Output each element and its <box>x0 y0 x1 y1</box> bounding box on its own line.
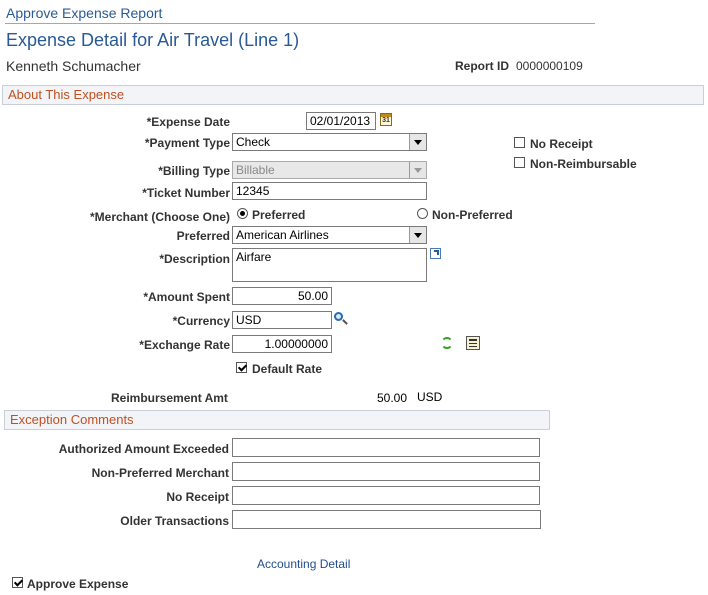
non-preferred-merchant-field[interactable] <box>232 462 540 481</box>
expense-date-label: *Expense Date <box>146 115 230 129</box>
dropdown-arrow-icon <box>409 162 426 178</box>
merchant-nonpreferred-radio[interactable] <box>417 208 428 219</box>
preferred-label: Preferred <box>176 229 230 243</box>
refresh-icon[interactable] <box>441 337 453 349</box>
merchant-nonpreferred-label: Non-Preferred <box>432 208 513 222</box>
no-receipt-checkbox[interactable] <box>514 137 525 148</box>
payment-type-select[interactable]: Check <box>232 133 427 151</box>
expand-icon[interactable] <box>430 248 441 259</box>
authorized-amount-label: Authorized Amount Exceeded <box>58 442 229 456</box>
default-rate-label: Default Rate <box>252 362 323 376</box>
ticket-number-label: *Ticket Number <box>142 186 230 200</box>
exception-section-header: Exception Comments <box>4 410 550 430</box>
report-id-label: Report ID <box>455 59 509 73</box>
ticket-number-field[interactable]: 12345 <box>232 182 427 200</box>
approve-expense-checkbox[interactable] <box>12 577 23 588</box>
billing-type-select: Billable <box>232 161 427 179</box>
non-preferred-merchant-label: Non-Preferred Merchant <box>91 466 229 480</box>
no-receipt-comment-field[interactable] <box>232 486 540 505</box>
currency-field[interactable]: USD <box>232 311 332 329</box>
accounting-detail-link[interactable]: Accounting Detail <box>257 557 350 571</box>
non-reimbursable-label: Non-Reimbursable <box>530 157 637 171</box>
breadcrumb[interactable]: Approve Expense Report <box>6 5 162 21</box>
page-title: Expense Detail for Air Travel (Line 1) <box>6 30 300 50</box>
dropdown-arrow-icon[interactable] <box>409 227 426 243</box>
about-section-header: About This Expense <box>2 85 704 105</box>
older-transactions-field[interactable] <box>232 510 541 529</box>
calendar-glyph: 31 <box>382 117 390 124</box>
calculator-icon[interactable] <box>466 336 480 350</box>
preferred-merchant-value: American Airlines <box>236 228 329 242</box>
merchant-label: *Merchant (Choose One) <box>89 210 230 224</box>
no-receipt-comment-label: No Receipt <box>166 490 229 504</box>
description-textarea[interactable]: Airfare <box>232 248 427 282</box>
reimbursement-label: Reimbursement Amt <box>111 391 228 405</box>
search-icon[interactable] <box>334 312 348 326</box>
exchange-rate-field[interactable]: 1.00000000 <box>232 335 332 353</box>
billing-type-value: Billable <box>236 163 275 177</box>
older-transactions-label: Older Transactions <box>120 514 229 528</box>
amount-spent-label: *Amount Spent <box>143 290 230 304</box>
calendar-icon[interactable]: 31 <box>380 113 392 126</box>
merchant-preferred-label: Preferred <box>252 208 306 222</box>
payment-type-label: *Payment Type <box>144 136 230 150</box>
reimbursement-value: 50.00 <box>376 391 407 405</box>
billing-type-label: *Billing Type <box>158 164 230 178</box>
employee-name: Kenneth Schumacher <box>6 58 141 74</box>
currency-label: *Currency <box>172 314 230 328</box>
amount-spent-field[interactable]: 50.00 <box>232 287 332 305</box>
dropdown-arrow-icon[interactable] <box>409 134 426 150</box>
header-divider <box>5 23 595 24</box>
default-rate-checkbox[interactable] <box>236 362 247 373</box>
no-receipt-label: No Receipt <box>530 137 593 151</box>
merchant-preferred-radio[interactable] <box>237 208 248 219</box>
exchange-rate-label: *Exchange Rate <box>139 338 230 352</box>
expense-date-field[interactable]: 02/01/2013 <box>306 112 376 130</box>
payment-type-value: Check <box>236 135 271 149</box>
authorized-amount-field[interactable] <box>232 438 540 457</box>
reimbursement-currency: USD <box>417 390 443 404</box>
report-id-value: 0000000109 <box>516 59 583 73</box>
preferred-merchant-select[interactable]: American Airlines <box>232 226 427 244</box>
description-label: *Description <box>159 252 230 266</box>
non-reimbursable-checkbox[interactable] <box>514 157 525 168</box>
approve-expense-label: Approve Expense <box>27 577 129 591</box>
